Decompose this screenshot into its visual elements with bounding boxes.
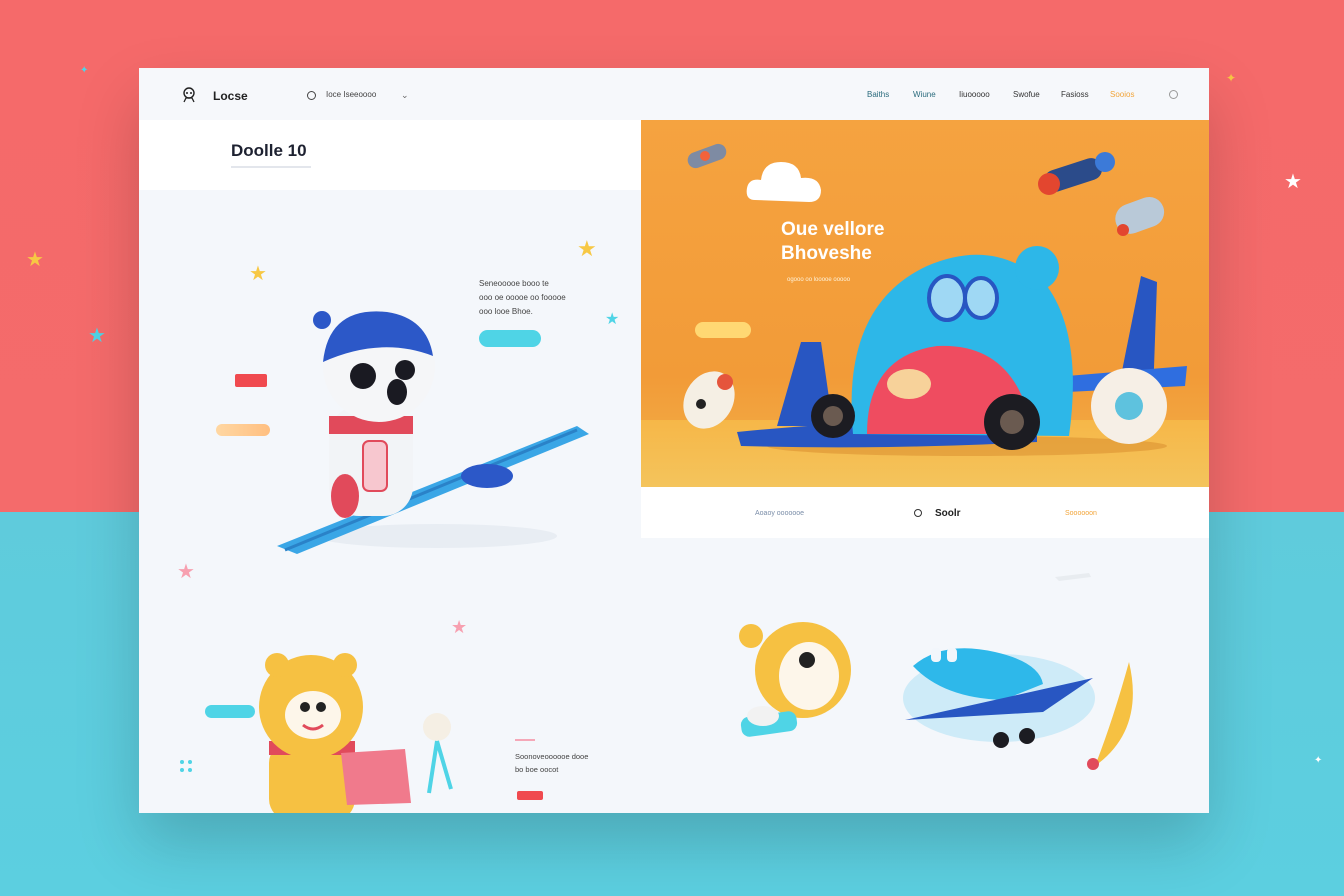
logo-text[interactable]: Locse bbox=[213, 89, 248, 103]
star-decoration: ★ bbox=[88, 325, 106, 347]
search-icon[interactable] bbox=[307, 91, 316, 100]
grid-icon[interactable] bbox=[179, 759, 193, 773]
category-dropdown[interactable]: Ioce Iseeoooo bbox=[326, 90, 376, 99]
nav-link[interactable]: Wiune bbox=[913, 90, 936, 99]
hero-line: ooo oe ooooe oo fooooe bbox=[479, 293, 566, 302]
nav-link[interactable]: Swofue bbox=[1013, 90, 1040, 99]
search-icon[interactable] bbox=[914, 509, 922, 517]
cyan-pill[interactable] bbox=[205, 705, 255, 718]
blue-jet-toy-illustration bbox=[903, 648, 1095, 748]
nav-link[interactable]: Fasioss bbox=[1061, 90, 1089, 99]
page-title: Doolle 10 bbox=[231, 141, 307, 160]
yellow-chick-toy-illustration bbox=[739, 622, 851, 737]
nav-link-dropdown[interactable]: Sooios bbox=[1110, 90, 1134, 99]
accent-line bbox=[515, 739, 535, 741]
strip-link[interactable]: Aoaoy ooooooe bbox=[755, 510, 804, 517]
top-navigation-bar: Locse Ioce Iseeoooo ⌄ Baiths Wiune Iiuoo… bbox=[139, 68, 1209, 120]
yellow-bear-illustration bbox=[259, 653, 453, 813]
title-section bbox=[139, 120, 641, 190]
banner-info-strip bbox=[641, 487, 1209, 538]
rocket-toy-illustration bbox=[1038, 152, 1115, 195]
chevron-down-icon[interactable]: ⌄ bbox=[401, 90, 409, 101]
star-decoration: ★ bbox=[1284, 171, 1302, 193]
star-decoration: ★ bbox=[177, 561, 195, 583]
submarine-car-toy-illustration bbox=[737, 246, 1187, 456]
web-page: Locse Ioce Iseeoooo ⌄ Baiths Wiune Iiuoo… bbox=[139, 68, 1209, 813]
strip-label: Soolr bbox=[935, 508, 961, 519]
logo-icon[interactable] bbox=[181, 87, 197, 103]
star-decoration: ★ bbox=[26, 249, 44, 271]
small-plane-illustration bbox=[1055, 573, 1091, 581]
hero-banner: Oue vellore Bhoveshe ogooo oo looooe ooo… bbox=[641, 120, 1209, 487]
peach-pill[interactable] bbox=[216, 424, 270, 436]
title-underline bbox=[231, 166, 311, 168]
nav-link[interactable]: Iiuooooo bbox=[959, 90, 990, 99]
star-decoration: ✦ bbox=[1226, 71, 1237, 85]
small-figure-illustration bbox=[683, 371, 735, 429]
nav-link[interactable]: Baiths bbox=[867, 90, 889, 99]
bottom-description: Soonoveoooooe dooe bo boe oocot bbox=[515, 752, 589, 774]
star-decoration: ★ bbox=[451, 617, 468, 637]
strip-link[interactable]: Soooooon bbox=[1065, 510, 1097, 517]
cloud-illustration bbox=[746, 162, 821, 202]
star-decoration: ✦ bbox=[80, 65, 89, 76]
banana-illustration bbox=[1087, 662, 1133, 770]
hero-line: Seneooooe booo te bbox=[479, 279, 549, 288]
small-rocket-illustration bbox=[687, 143, 727, 169]
user-icon[interactable] bbox=[1169, 90, 1178, 99]
star-decoration: ✦ bbox=[1314, 755, 1323, 766]
mascot-snowboard-illustration bbox=[277, 310, 589, 554]
star-decoration: ★ bbox=[577, 236, 597, 261]
red-tag-button[interactable] bbox=[235, 374, 267, 387]
capsule-toy-illustration bbox=[1115, 196, 1165, 236]
star-decoration: ★ bbox=[605, 311, 620, 328]
red-tag-button[interactable] bbox=[517, 791, 543, 800]
star-decoration: ★ bbox=[249, 263, 267, 285]
